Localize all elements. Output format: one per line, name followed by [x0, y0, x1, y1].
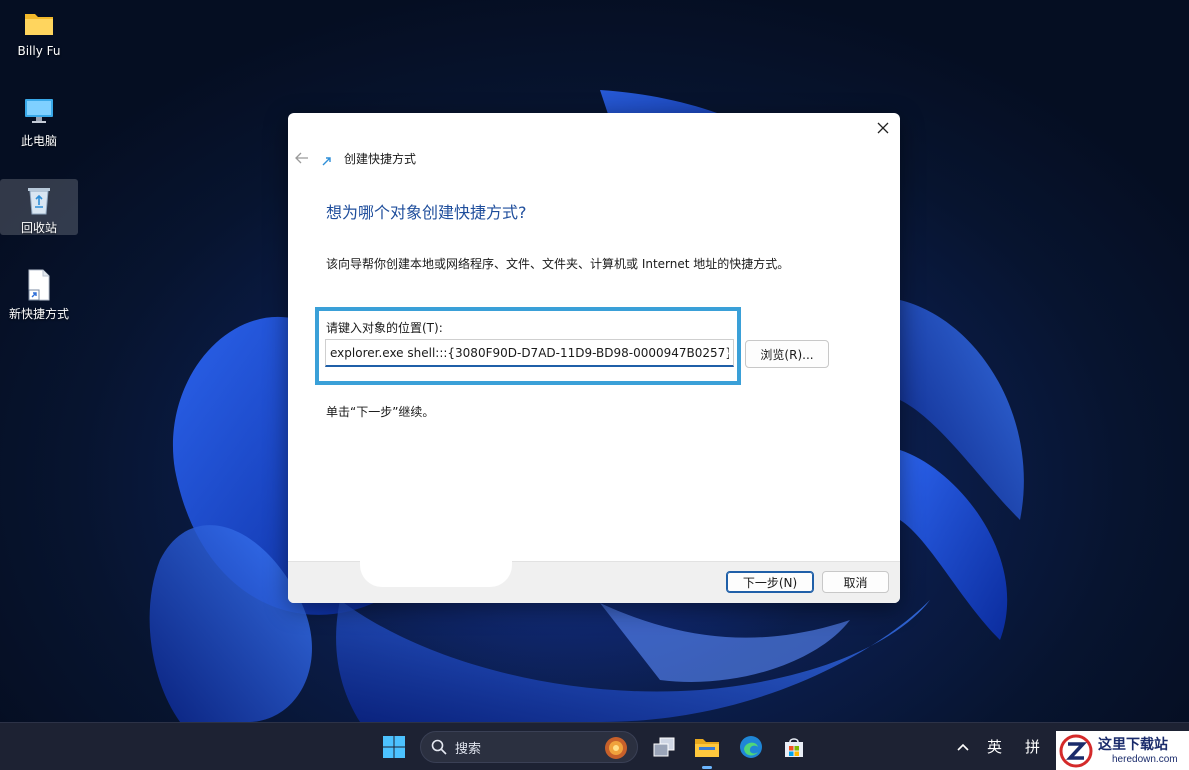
show-hidden-icons-button[interactable]	[949, 733, 977, 761]
watermark-logo	[1059, 734, 1093, 768]
folder-icon	[22, 6, 56, 40]
desktop-icon-label: Billy Fu	[17, 44, 61, 58]
location-label: 请键入对象的位置(T):	[326, 321, 443, 335]
ime-language-indicator[interactable]: 英	[987, 736, 1002, 757]
shortcut-arrow-icon	[322, 157, 331, 166]
edge-browser-button[interactable]	[737, 733, 765, 761]
desktop-icon-new-shortcut[interactable]: 新快捷方式	[0, 262, 78, 322]
dialog-title: 创建快捷方式	[344, 152, 417, 166]
page-heading: 想为哪个对象创建快捷方式?	[326, 203, 527, 222]
desktop-icon-recycle-bin[interactable]: 回收站	[0, 179, 78, 235]
location-input[interactable]	[325, 339, 734, 367]
recycle-bin-icon	[22, 185, 56, 215]
windows-logo-icon	[383, 736, 405, 758]
start-button[interactable]	[380, 733, 408, 761]
task-view-icon	[653, 737, 675, 757]
desktop-icon-this-pc[interactable]: 此电脑	[0, 88, 78, 160]
chevron-up-icon	[957, 743, 969, 751]
taskbar: 搜索 英 拼	[0, 722, 1189, 770]
site-watermark: 这里下载站 heredown.com	[1056, 731, 1189, 770]
task-view-button[interactable]	[650, 733, 678, 761]
search-placeholder: 搜索	[455, 741, 482, 757]
close-button[interactable]	[872, 117, 894, 139]
create-shortcut-dialog: 创建快捷方式 想为哪个对象创建快捷方式? 该向导帮你创建本地或网络程序、文件、文…	[288, 113, 900, 603]
taskbar-search[interactable]: 搜索	[420, 731, 638, 763]
active-app-indicator	[702, 766, 712, 769]
file-explorer-button[interactable]	[693, 733, 721, 761]
close-icon	[877, 122, 889, 134]
browse-button[interactable]: 浏览(R)...	[745, 340, 829, 368]
search-highlight-icon	[605, 737, 627, 759]
desktop-icon-billy-fu[interactable]: Billy Fu	[0, 0, 78, 72]
cancel-button[interactable]: 取消	[822, 571, 889, 593]
shortcut-file-icon	[22, 268, 56, 301]
store-button[interactable]	[780, 733, 808, 761]
next-button[interactable]: 下一步(N)	[726, 571, 814, 593]
back-arrow-icon	[295, 152, 308, 164]
desktop-icon-label: 新快捷方式	[8, 307, 69, 321]
file-explorer-icon	[695, 739, 719, 757]
search-icon	[431, 739, 447, 755]
computer-icon	[22, 94, 56, 128]
footer-redaction	[360, 559, 512, 587]
desktop-icon-label: 此电脑	[20, 134, 57, 148]
store-icon	[785, 738, 803, 757]
back-button[interactable]	[294, 150, 310, 166]
edge-browser-icon	[740, 736, 762, 758]
ime-mode-indicator[interactable]: 拼	[1025, 736, 1040, 757]
wizard-description: 该向导帮你创建本地或网络程序、文件、文件夹、计算机或 Internet 地址的快…	[326, 257, 790, 271]
desktop-icon-label: 回收站	[20, 221, 57, 235]
continue-hint: 单击“下一步”继续。	[326, 405, 435, 419]
watermark-name: 这里下载站	[1098, 737, 1168, 753]
watermark-site: heredown.com	[1112, 754, 1178, 765]
